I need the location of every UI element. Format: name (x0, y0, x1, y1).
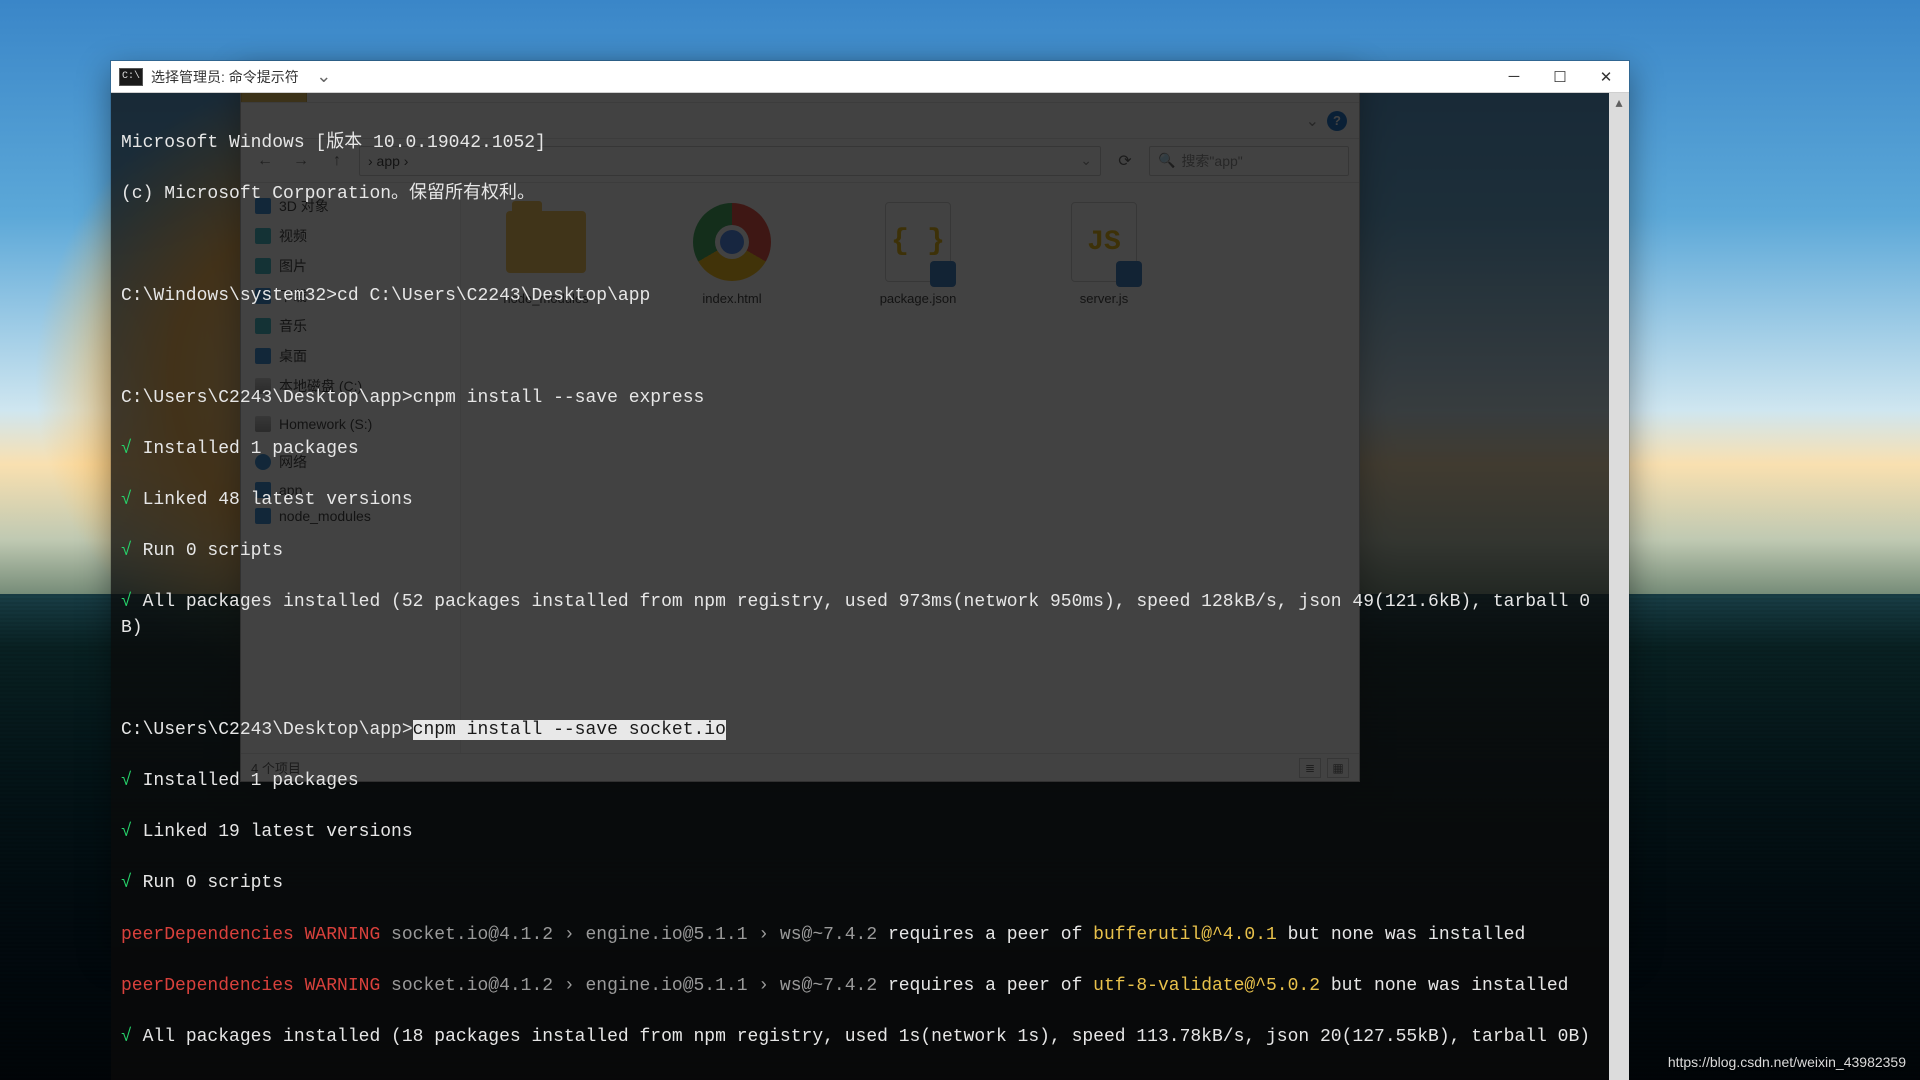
terminal-line: Microsoft Windows [版本 10.0.19042.1052] (121, 131, 1599, 157)
terminal-line (121, 233, 1599, 259)
terminal-line: C:\Windows\system32>cd C:\Users\C2243\De… (121, 284, 1599, 310)
terminal-line: C:\Users\C2243\Desktop\app>cnpm install … (121, 386, 1599, 412)
terminal-line: √ Linked 48 latest versions (121, 488, 1599, 514)
terminal-scrollbar[interactable]: ▴ ▾ (1609, 93, 1629, 1080)
terminal-maximize-button[interactable]: ☐ (1537, 61, 1583, 93)
terminal-line (121, 1076, 1599, 1080)
terminal-line: (c) Microsoft Corporation。保留所有权利。 (121, 182, 1599, 208)
terminal-minimize-button[interactable]: ─ (1491, 61, 1537, 93)
terminal-body[interactable]: Microsoft Windows [版本 10.0.19042.1052] (… (111, 93, 1629, 1080)
terminal-line: √ All packages installed (52 packages in… (121, 590, 1599, 641)
terminal-newtab-button[interactable]: ⌄ (313, 66, 335, 88)
terminal-line (121, 667, 1599, 693)
terminal-line: peerDependencies WARNING socket.io@4.1.2… (121, 974, 1599, 1000)
scroll-up-icon[interactable]: ▴ (1609, 93, 1629, 113)
terminal-close-button[interactable]: ✕ (1583, 61, 1629, 93)
terminal-title: 选择管理员: 命令提示符 (151, 67, 299, 87)
terminal-line (121, 335, 1599, 361)
desktop-wallpaper: 管理 C:\Users\C2243\Desktop\app ─ ☐ ✕ ⌄ ? … (0, 0, 1920, 1080)
terminal-window[interactable]: C:\ 选择管理员: 命令提示符 ⌄ ─ ☐ ✕ Microsoft Windo… (110, 60, 1630, 948)
terminal-line: √ All packages installed (18 packages in… (121, 1025, 1599, 1051)
terminal-output[interactable]: Microsoft Windows [版本 10.0.19042.1052] (… (111, 93, 1609, 1080)
terminal-line: √ Run 0 scripts (121, 871, 1599, 897)
cmd-icon: C:\ (119, 68, 143, 86)
terminal-line: √ Run 0 scripts (121, 539, 1599, 565)
terminal-line: peerDependencies WARNING socket.io@4.1.2… (121, 923, 1599, 949)
terminal-titlebar[interactable]: C:\ 选择管理员: 命令提示符 ⌄ ─ ☐ ✕ (111, 61, 1629, 93)
watermark: https://blog.csdn.net/weixin_43982359 (1668, 1054, 1906, 1070)
terminal-line: √ Linked 19 latest versions (121, 820, 1599, 846)
terminal-selection: cnpm install --save socket.io (413, 720, 726, 740)
terminal-line: √ Installed 1 packages (121, 769, 1599, 795)
terminal-line: √ Installed 1 packages (121, 437, 1599, 463)
terminal-line: C:\Users\C2243\Desktop\app>cnpm install … (121, 718, 1599, 744)
